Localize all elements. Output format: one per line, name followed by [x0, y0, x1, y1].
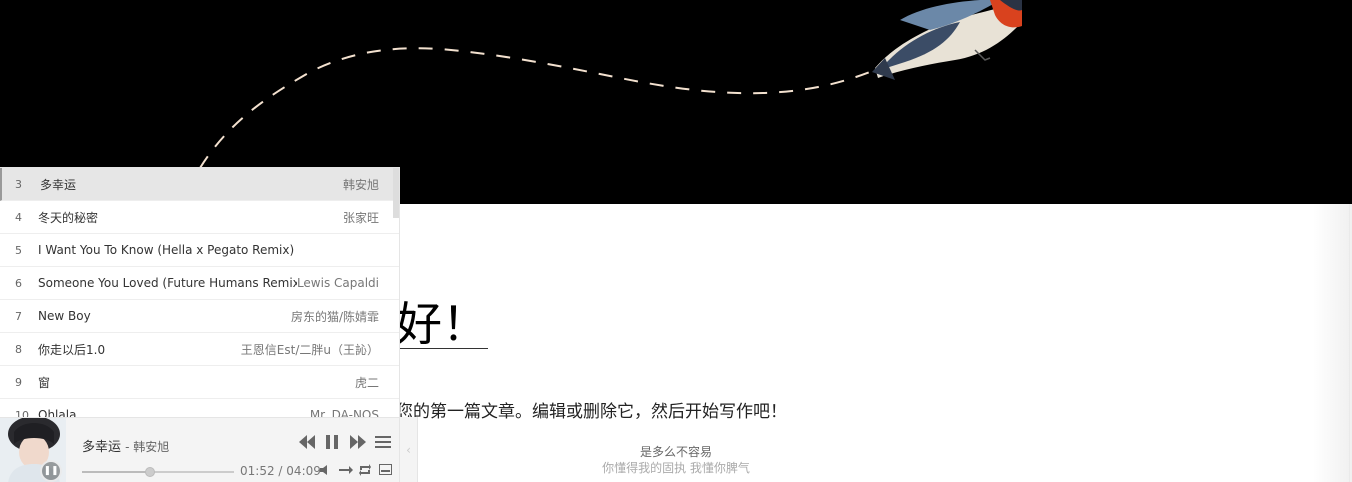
- track-number: 6: [15, 276, 22, 290]
- track-artist: 房东的猫/陈婧霏: [290, 309, 379, 324]
- player-song-info: 多幸运 - 韩安旭: [82, 436, 169, 455]
- track-number: 8: [15, 342, 22, 356]
- track-name: 多幸运: [40, 177, 77, 192]
- track-number: 10: [15, 408, 29, 418]
- track-row[interactable]: 5 I Want You To Know (Hella x Pegato Rem…: [0, 234, 399, 267]
- track-name: Ohlala: [38, 408, 77, 417]
- track-row[interactable]: 10 Ohlala Mr. DA-NOS: [0, 399, 399, 417]
- chevron-left-icon[interactable]: ‹: [400, 417, 418, 482]
- track-artist: 韩安旭: [342, 177, 379, 192]
- total-time: 04:09: [286, 464, 321, 478]
- track-name: 窗: [38, 375, 51, 390]
- track-name: Someone You Loved (Future Humans Remix): [38, 276, 297, 290]
- progress-knob[interactable]: [145, 467, 156, 477]
- album-cover[interactable]: ❚❚: [0, 418, 66, 482]
- track-name: I Want You To Know (Hella x Pegato Remix…: [38, 243, 295, 257]
- playlist-scrollbar[interactable]: [393, 168, 399, 218]
- track-artist: 张家旺: [342, 210, 379, 225]
- track-artist: Mr. DA-NOS: [309, 408, 379, 417]
- post-title[interactable]: 好！: [396, 294, 488, 354]
- progress-fill: [82, 471, 151, 473]
- pause-icon[interactable]: ❚❚: [40, 460, 62, 482]
- post-text: 您的第一篇文章。编辑或删除它，然后开始写作吧！: [396, 402, 787, 422]
- track-number: 9: [15, 375, 22, 389]
- player-song-title: 多幸运: [82, 440, 122, 455]
- current-time: 01:52: [240, 464, 275, 478]
- track-row[interactable]: 6 Someone You Loved (Future Humans Remix…: [0, 267, 399, 300]
- lyrics-icon[interactable]: [379, 464, 392, 478]
- track-number: 4: [15, 210, 22, 224]
- track-number: 3: [15, 177, 22, 191]
- pause-icon[interactable]: [326, 435, 338, 453]
- order-icon[interactable]: [339, 464, 353, 479]
- track-row[interactable]: 4 冬天的秘密 张家旺: [0, 201, 399, 234]
- music-player: ❚❚ 多幸运 - 韩安旭 01:52 / 04:09: [0, 417, 400, 482]
- time-display: 01:52 / 04:09: [240, 464, 321, 478]
- title-underline: [396, 348, 488, 349]
- track-row[interactable]: 7 New Boy 房东的猫/陈婧霏: [0, 300, 399, 333]
- skip-forward-icon[interactable]: [350, 435, 366, 453]
- progress-bar[interactable]: [82, 467, 234, 477]
- track-number: 7: [15, 309, 22, 323]
- time-separator: /: [278, 464, 283, 478]
- track-number: 5: [15, 243, 22, 257]
- skip-back-icon[interactable]: [299, 435, 315, 453]
- track-artist: 王恩信Est/二胖u（王訫）: [240, 342, 379, 357]
- track-name: New Boy: [38, 309, 91, 323]
- track-name: 你走以后1.0: [38, 342, 106, 357]
- playlist[interactable]: 3 多幸运 韩安旭 4 冬天的秘密 张家旺 5 I Want You To Kn…: [0, 167, 400, 417]
- track-name: 冬天的秘密: [38, 210, 99, 225]
- volume-icon[interactable]: [320, 464, 332, 479]
- edge-line: [1349, 204, 1350, 482]
- menu-icon[interactable]: [375, 435, 391, 453]
- track-row[interactable]: 3 多幸运 韩安旭: [0, 168, 399, 201]
- player-song-artist: - 韩安旭: [125, 440, 170, 454]
- loop-icon[interactable]: [359, 464, 371, 479]
- track-artist: 虎二: [354, 375, 379, 390]
- track-row[interactable]: 9 窗 虎二: [0, 366, 399, 399]
- track-row[interactable]: 8 你走以后1.0 王恩信Est/二胖u（王訫）: [0, 333, 399, 366]
- track-artist: Lewis Capaldi: [296, 276, 379, 290]
- edge-shadow: [1312, 204, 1352, 482]
